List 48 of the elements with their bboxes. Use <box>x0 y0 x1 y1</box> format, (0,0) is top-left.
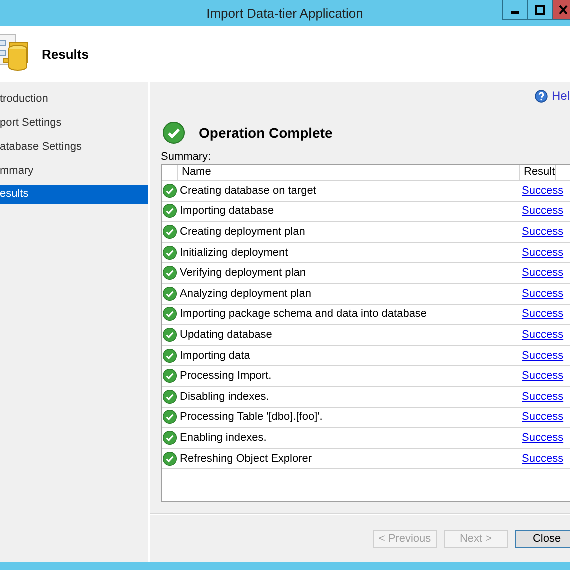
wizard-button: Next > <box>444 530 508 548</box>
table-cell-text: Processing Import. <box>179 370 273 382</box>
table-cell-text: Disabling indexes. <box>179 390 270 403</box>
table-cell-text: Analyzing deployment plan <box>179 288 312 300</box>
result-link[interactable]: Success <box>522 308 564 320</box>
table-cell-text: Refreshing Object Explorer <box>179 452 314 465</box>
nav-item[interactable]: esults <box>0 185 148 204</box>
result-link[interactable]: Success <box>522 267 564 280</box>
minimize-icon <box>511 11 519 14</box>
table-cell-text: Initializing deployment <box>179 246 290 259</box>
table-cell-text: Creating database on target <box>179 184 318 197</box>
table-cell-text: Importing database <box>179 205 276 218</box>
nav-item[interactable]: mmary <box>0 159 148 183</box>
table-cell-text: Processing Table '[dbo].[foo]'. <box>179 411 324 424</box>
nav-item[interactable]: port Settings <box>0 111 148 135</box>
result-link[interactable]: Success <box>522 390 564 403</box>
column-header: Result <box>520 165 556 180</box>
nav-item[interactable]: atabase Settings <box>0 135 148 159</box>
status-title: Operation Complete <box>199 125 333 141</box>
result-link[interactable]: Success <box>522 452 564 465</box>
table-cell-text: Enabling indexes. <box>179 432 268 444</box>
table-cell-text: Creating deployment plan <box>179 226 306 238</box>
summary-label: Summary: <box>161 151 212 164</box>
result-link[interactable]: Success <box>522 411 564 424</box>
column-header: Name <box>178 165 520 180</box>
wizard-button: < Previous <box>373 530 437 548</box>
minimize-button[interactable] <box>502 0 528 20</box>
result-link[interactable]: Success <box>522 288 564 300</box>
result-link[interactable]: Success <box>522 432 564 444</box>
result-link[interactable]: Success <box>522 226 564 238</box>
wizard-button[interactable]: Close <box>515 530 570 548</box>
maximize-icon <box>535 4 545 14</box>
result-link[interactable]: Success <box>522 350 564 362</box>
result-link[interactable]: Success <box>522 184 564 197</box>
nav-item[interactable]: troduction <box>0 87 148 111</box>
table-cell-text: Importing package schema and data into database <box>179 308 428 320</box>
result-link[interactable]: Success <box>522 246 564 259</box>
help-link[interactable]: Hel <box>552 89 570 103</box>
window-title: Import Data-tier Application <box>206 6 364 20</box>
table-cell-text: Importing data <box>179 350 252 362</box>
help-icon <box>534 90 548 102</box>
result-link[interactable]: Success <box>522 370 564 382</box>
result-link[interactable]: Success <box>522 205 564 218</box>
table-cell-text: Updating database <box>179 328 274 341</box>
page-title: Results <box>42 46 89 62</box>
success-icon <box>163 122 185 144</box>
result-link[interactable]: Success <box>522 328 564 341</box>
table-cell-text: Verifying deployment plan <box>179 267 307 280</box>
